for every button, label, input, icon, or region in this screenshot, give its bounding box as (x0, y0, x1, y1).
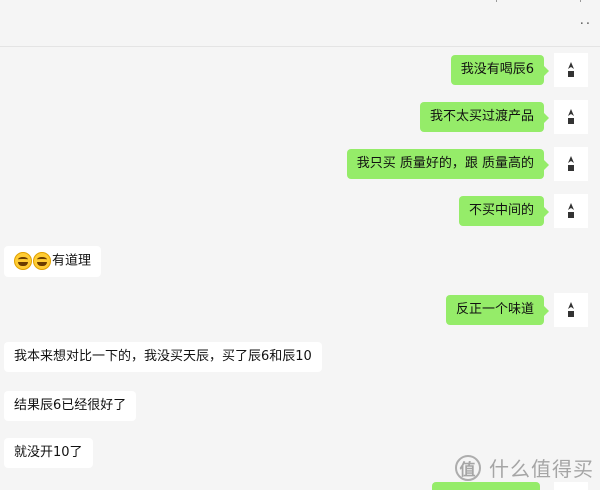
user-avatar[interactable] (554, 100, 588, 134)
message-bubble[interactable]: 就没开10了 (4, 438, 93, 468)
chat-message-outgoing: 我不太买过渡产品 (419, 102, 550, 132)
message-bubble[interactable]: 我本来想对比一下的，我没买天辰，买了辰6和辰10 (4, 342, 322, 372)
laughing-crying-emoji-icon (33, 252, 51, 270)
message-bubble[interactable]: 我没有喝辰6 (450, 55, 550, 85)
watermark-logo-icon: 值 (455, 454, 481, 481)
more-options-icon[interactable]: ·· (580, 18, 592, 31)
chat-message-incoming: 结果辰6已经很好了 (4, 391, 137, 421)
partial-user-avatar (554, 482, 588, 490)
header-divider (496, 0, 497, 2)
chat-message-outgoing: 反正一个味道 (445, 295, 550, 325)
chat-message-incoming: 我本来想对比一下的，我没买天辰，买了辰6和辰10 (4, 342, 322, 372)
message-bubble[interactable]: 有道理 (4, 246, 102, 277)
message-bubble[interactable]: 反正一个味道 (445, 295, 550, 325)
avatar-icon (568, 109, 574, 124)
site-watermark: 值 什么值得买 (455, 453, 594, 482)
watermark-text: 什么值得买 (489, 457, 594, 481)
chat-message-incoming: 就没开10了 (4, 438, 93, 468)
chat-header: ·· (0, 0, 600, 47)
partial-message-bubble (432, 482, 540, 490)
avatar-icon (568, 203, 574, 218)
message-bubble[interactable]: 我只买 质量好的，跟 质量高的 (346, 149, 550, 179)
user-avatar[interactable] (554, 53, 588, 87)
avatar-icon (568, 302, 574, 317)
user-avatar[interactable] (554, 194, 588, 228)
message-bubble[interactable]: 不买中间的 (458, 196, 550, 226)
chat-message-incoming: 有道理 (4, 246, 102, 277)
header-divider (580, 0, 581, 2)
message-bubble[interactable]: 我不太买过渡产品 (419, 102, 550, 132)
message-text: 有道理 (52, 253, 92, 269)
laughing-crying-emoji-icon (14, 252, 32, 270)
avatar-icon (568, 156, 574, 171)
chat-message-outgoing: 我只买 质量好的，跟 质量高的 (346, 149, 550, 179)
chat-message-outgoing: 我没有喝辰6 (450, 55, 550, 85)
user-avatar[interactable] (554, 293, 588, 327)
message-bubble[interactable]: 结果辰6已经很好了 (4, 391, 137, 421)
chat-message-outgoing: 不买中间的 (458, 196, 550, 226)
avatar-icon (568, 62, 574, 77)
user-avatar[interactable] (554, 147, 588, 181)
